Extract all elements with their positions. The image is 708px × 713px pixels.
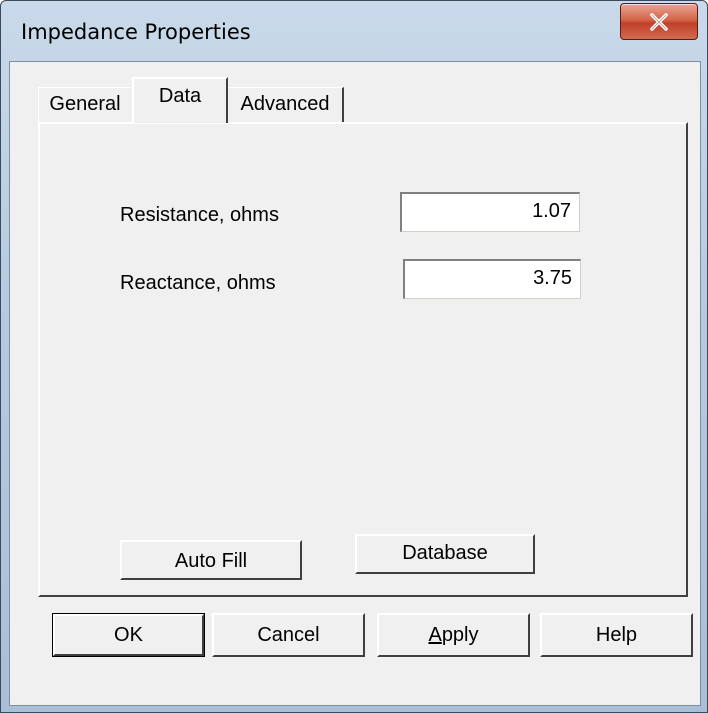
resistance-input[interactable]: 1.07	[400, 192, 580, 232]
apply-label: Apply	[428, 624, 479, 646]
title-bar[interactable]: Impedance Properties	[1, 1, 707, 61]
auto-fill-label: Auto Fill	[174, 550, 248, 572]
cancel-label: Cancel	[257, 624, 320, 646]
tab-general[interactable]: General	[38, 87, 131, 122]
tab-data[interactable]: Data	[132, 77, 228, 123]
window-title: Impedance Properties	[21, 20, 251, 44]
dialog-window: Impedance Properties General Data Advanc…	[0, 0, 708, 713]
ok-button[interactable]: OK	[52, 613, 205, 657]
reactance-input[interactable]: 3.75	[403, 259, 581, 299]
close-icon	[649, 12, 669, 31]
database-label: Database	[402, 542, 488, 564]
help-button[interactable]: Help	[540, 613, 693, 657]
data-tab-panel: Resistance, ohms 1.07 Reactance, ohms 3.…	[38, 122, 688, 597]
close-button[interactable]	[620, 3, 698, 40]
cancel-button[interactable]: Cancel	[212, 613, 365, 657]
apply-button[interactable]: Apply	[377, 613, 530, 657]
dialog-client-area: General Data Advanced Resistance, ohms 1…	[9, 61, 701, 706]
resistance-label: Resistance, ohms	[120, 204, 279, 226]
database-button[interactable]: Database	[355, 534, 535, 574]
auto-fill-button[interactable]: Auto Fill	[120, 540, 302, 580]
reactance-label: Reactance, ohms	[120, 272, 276, 294]
ok-label: OK	[114, 624, 143, 646]
tab-advanced[interactable]: Advanced	[228, 87, 344, 122]
help-label: Help	[595, 624, 638, 646]
